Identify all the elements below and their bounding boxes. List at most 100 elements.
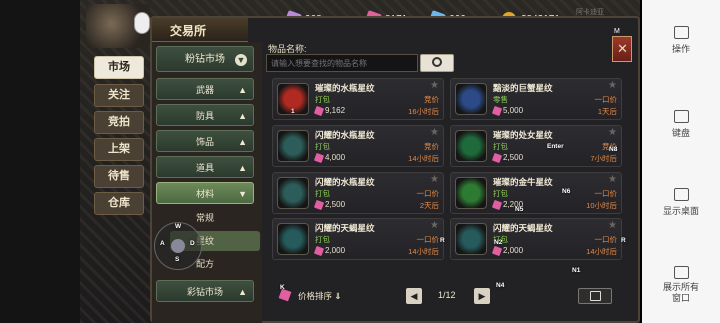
category-label: 防具: [195, 111, 214, 121]
nav-market[interactable]: 市场: [94, 56, 144, 79]
nav-pending[interactable]: 待售: [94, 165, 144, 188]
emulator-button-label: 显示桌面: [662, 206, 699, 216]
r-key-label-2: R: [621, 237, 626, 244]
star-icon[interactable]: ★: [430, 127, 439, 138]
pink-gem-icon: [313, 245, 325, 257]
search-button[interactable]: [420, 54, 454, 72]
joystick-knob: [171, 239, 185, 253]
list-icon: [590, 291, 601, 301]
desktop-icon: [673, 188, 689, 201]
item-name: 璀璨的处女星纹: [493, 130, 553, 140]
panel-title: 交易所: [170, 24, 207, 38]
item-card[interactable]: 璀璨的处女星纹 打包 2,500 竞价 7小时后 ★: [450, 125, 622, 167]
item-time-left: 1天后: [597, 107, 617, 116]
item-price: 9,162: [325, 106, 346, 115]
emulator-windows-button[interactable]: 展示所有窗口: [642, 266, 720, 304]
item-pack-type: 打包: [315, 235, 330, 244]
item-count-badge: 1: [291, 108, 295, 115]
category-label: 武器: [195, 85, 214, 95]
k-key-label: K: [280, 284, 285, 291]
item-pack-type: 打包: [315, 142, 330, 151]
next-page-button[interactable]: ▶: [474, 288, 490, 304]
pink-gem-icon: [313, 152, 325, 164]
key-a-label: A: [160, 240, 165, 247]
item-name: 闪耀的天蝎星纹: [493, 223, 553, 233]
down-arrow-icon: ⇓: [334, 291, 342, 301]
item-sale-mode: 一口价: [594, 189, 618, 198]
search-icon: [432, 57, 442, 67]
item-card[interactable]: 闪耀的天蝎星纹 打包 2,000 一口价 14小时后 ★: [450, 218, 622, 260]
item-pack-type: 打包: [493, 142, 508, 151]
item-price: 2,000: [325, 246, 346, 255]
item-card[interactable]: 闪耀的水瓶星纹 打包 4,000 竞价 14小时后 ★: [272, 125, 444, 167]
item-time-left: 14小时后: [408, 247, 439, 256]
category-weapon[interactable]: 武器 ▲: [156, 78, 254, 100]
pink-gem-icon: [491, 199, 503, 211]
constellation-icon: [277, 223, 309, 255]
nav-warehouse[interactable]: 仓库: [94, 192, 144, 215]
constellation-icon: [277, 177, 309, 209]
category-header-label: 粉钻市场: [185, 54, 225, 65]
key-w-label: W: [175, 223, 182, 230]
windows-grid-icon: [673, 266, 689, 279]
close-icon: ✕: [617, 41, 628, 56]
chevron-up-icon: ▲: [238, 137, 247, 147]
star-icon[interactable]: ★: [608, 127, 617, 138]
item-time-left: 16小时后: [408, 107, 439, 116]
item-card[interactable]: 璀璨的金牛星纹 打包 2,200 一口价 10小时后 ★: [450, 172, 622, 214]
key-s-label: S: [175, 256, 180, 263]
enter-key-label: Enter: [547, 143, 564, 150]
star-icon[interactable]: ★: [608, 80, 617, 91]
operate-icon: [673, 26, 689, 39]
detail-button[interactable]: [578, 288, 612, 304]
emulator-desktop-button[interactable]: 显示桌面: [642, 188, 720, 217]
emulator-operate-button[interactable]: 操作: [642, 26, 720, 55]
item-sale-mode: 竞价: [424, 95, 439, 104]
panel-title-bar: 交易所: [152, 18, 248, 42]
item-card[interactable]: 闪耀的天蝎星纹 打包 2,000 一口价 14小时后 ★: [272, 218, 444, 260]
item-card[interactable]: 闪耀的水瓶星纹 打包 2,500 一口价 2天后 ★: [272, 172, 444, 214]
close-button[interactable]: ✕: [612, 36, 632, 62]
star-icon[interactable]: ★: [430, 220, 439, 231]
constellation-icon: [455, 83, 487, 115]
item-time-left: 7小时后: [590, 154, 617, 163]
search-input[interactable]: [266, 54, 418, 72]
star-icon[interactable]: ★: [430, 174, 439, 185]
n1-key-label: N1: [572, 267, 581, 274]
category-header[interactable]: 粉钻市场 ▼: [156, 46, 254, 72]
star-icon[interactable]: ★: [608, 220, 617, 231]
item-name: 闪耀的水瓶星纹: [315, 130, 375, 140]
item-pack-type: 打包: [315, 189, 330, 198]
n5-key-label: N5: [515, 206, 524, 213]
pink-gem-icon: [313, 199, 325, 211]
item-pack-type: 打包: [315, 95, 330, 104]
chevron-up-icon: ▲: [238, 85, 247, 95]
nav-auction[interactable]: 竞拍: [94, 111, 144, 134]
item-card[interactable]: 黯淡的巨蟹星纹 零售 5,000 一口价 1天后 ★: [450, 78, 622, 120]
star-icon[interactable]: ★: [608, 174, 617, 185]
category-accessory[interactable]: 饰品 ▲: [156, 130, 254, 152]
item-card[interactable]: 1 璀璨的水瓶星纹 打包 9,162 竞价 16小时后 ★: [272, 78, 444, 120]
sort-label: 价格排序: [298, 291, 333, 301]
emulator-button-label: 操作: [671, 44, 690, 54]
item-pack-type: 零售: [493, 95, 508, 104]
n2-key-label: N2: [494, 239, 503, 246]
page-indicator: 1/12: [438, 290, 456, 300]
nav-follow[interactable]: 关注: [94, 84, 144, 107]
item-price: 4,000: [325, 153, 346, 162]
constellation-icon: [455, 223, 487, 255]
keyboard-icon: [673, 110, 689, 123]
item-time-left: 2天后: [419, 201, 439, 210]
category-armor[interactable]: 防具 ▲: [156, 104, 254, 126]
category-color-diamond-market[interactable]: 彩钻市场 ▲: [156, 280, 254, 302]
category-prop[interactable]: 道具 ▲: [156, 156, 254, 178]
category-material[interactable]: 材料 ▼: [156, 182, 254, 204]
nav-list[interactable]: 上架: [94, 138, 144, 161]
mouse-icon: [134, 12, 150, 34]
sort-button[interactable]: 价格排序 ⇓: [298, 290, 342, 302]
emulator-keyboard-button[interactable]: 键盘: [642, 110, 720, 139]
prev-page-button[interactable]: ◀: [406, 288, 422, 304]
category-label: 材料: [195, 189, 214, 199]
star-icon[interactable]: ★: [430, 80, 439, 91]
chevron-down-icon: ▼: [238, 189, 247, 199]
